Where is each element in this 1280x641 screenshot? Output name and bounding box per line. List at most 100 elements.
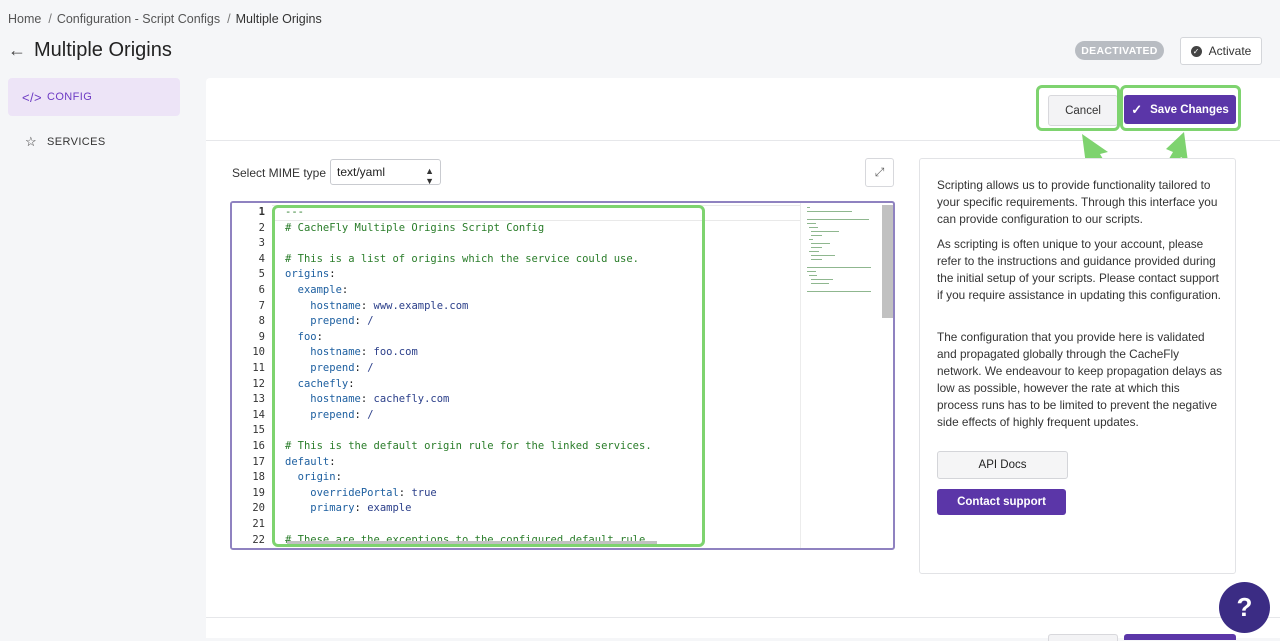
divider bbox=[206, 140, 1280, 141]
save-label: Save Changes bbox=[1150, 103, 1229, 116]
minimap-line bbox=[811, 243, 830, 244]
line-number: 12 bbox=[252, 377, 265, 390]
line-number: 16 bbox=[252, 440, 265, 452]
code-editor[interactable]: 1 2 3 4 5 6 7 8 9 10 11 12 13 14 15 16 17 18 19 20 21 22 --- #… bbox=[230, 201, 895, 550]
code-line: hostname: cachefly.com bbox=[285, 393, 450, 406]
expand-editor-button[interactable]: ⤢ bbox=[865, 158, 894, 187]
mime-type-value: text/yaml bbox=[337, 165, 386, 179]
minimap-line bbox=[811, 259, 822, 260]
info-paragraph: The configuration that you provide here … bbox=[937, 330, 1223, 429]
minimap-line bbox=[807, 211, 853, 212]
sidebar-item-label: CONFIG bbox=[47, 91, 93, 103]
minimap-line bbox=[807, 219, 869, 220]
expand-icon: ⤢ bbox=[874, 165, 885, 179]
breadcrumb-current: Multiple Origins bbox=[235, 12, 322, 26]
line-number-gutter: 1 2 3 4 5 6 7 8 9 10 11 12 13 14 15 16 17 18 19 20 21 22 bbox=[232, 203, 272, 548]
line-number: 3 bbox=[258, 237, 265, 250]
api-docs-button[interactable]: API Docs bbox=[937, 451, 1068, 479]
sidebar-item-label: SERVICES bbox=[47, 136, 106, 148]
check-circle-icon: ✓ bbox=[1190, 45, 1202, 57]
sidebar-item-services[interactable]: ☆ SERVICES bbox=[8, 123, 180, 161]
select-caret-icon: ▲ ▼ bbox=[425, 166, 434, 186]
code-line: origin: bbox=[285, 471, 342, 484]
breadcrumb-separator: / bbox=[48, 12, 52, 26]
breadcrumb-separator: / bbox=[227, 12, 231, 26]
line-number: 21 bbox=[252, 518, 265, 530]
mime-type-select[interactable]: text/yaml ▲ ▼ bbox=[330, 159, 441, 186]
line-number: 15 bbox=[252, 424, 265, 437]
line-number: 9 bbox=[258, 330, 265, 343]
activate-button[interactable]: ✓ Activate bbox=[1180, 37, 1262, 65]
save-button[interactable]: ✓ Save Changes bbox=[1124, 95, 1236, 124]
code-line: primary: example bbox=[285, 502, 412, 515]
minimap-line bbox=[807, 207, 811, 208]
minimap-line bbox=[811, 283, 829, 284]
page-title: Multiple Origins bbox=[34, 39, 172, 61]
line-number: 14 bbox=[252, 408, 265, 421]
line-number: 4 bbox=[258, 252, 265, 265]
back-arrow-icon[interactable]: ← bbox=[8, 40, 26, 61]
breadcrumb-home[interactable]: Home bbox=[8, 12, 41, 26]
code-line: foo: bbox=[285, 330, 323, 343]
minimap-line bbox=[809, 251, 819, 252]
line-number: 13 bbox=[252, 393, 265, 406]
minimap-line bbox=[811, 279, 833, 280]
code-line: # This is the default origin rule for th… bbox=[285, 440, 652, 452]
line-number: 20 bbox=[252, 502, 265, 515]
code-line: prepend: / bbox=[285, 408, 374, 421]
minimap-line bbox=[811, 255, 836, 256]
minimap-line bbox=[809, 239, 814, 240]
code-line: prepend: / bbox=[285, 362, 374, 374]
breadcrumb: Home / Configuration - Script Configs / Mult… bbox=[8, 12, 324, 26]
horizontal-scrollbar[interactable] bbox=[287, 541, 657, 546]
minimap-line bbox=[809, 227, 818, 228]
editor-minimap[interactable] bbox=[800, 203, 881, 548]
minimap-line bbox=[807, 291, 871, 292]
line-number: 7 bbox=[258, 299, 265, 312]
check-icon: ✓ bbox=[1131, 101, 1143, 117]
code-line: overridePortal: true bbox=[285, 486, 437, 499]
code-line: default: bbox=[285, 455, 336, 468]
minimap-line bbox=[811, 235, 822, 236]
sidebar-item-config[interactable]: </> CONFIG bbox=[8, 78, 180, 116]
code-line: origins: bbox=[285, 268, 336, 281]
minimap-line bbox=[807, 267, 871, 268]
line-number: 5 bbox=[258, 268, 265, 281]
line-number: 17 bbox=[252, 455, 265, 468]
line-number: 10 bbox=[252, 346, 265, 359]
code-line: prepend: / bbox=[285, 315, 374, 328]
status-badge: DEACTIVATED bbox=[1075, 41, 1164, 60]
help-button[interactable]: ? bbox=[1219, 582, 1270, 633]
page-header: ← Multiple Origins bbox=[8, 39, 172, 62]
code-line: example: bbox=[285, 284, 349, 296]
line-number: 18 bbox=[252, 471, 265, 484]
line-number: 2 bbox=[258, 221, 265, 234]
contact-support-button[interactable]: Contact support bbox=[937, 489, 1066, 515]
minimap-line bbox=[811, 247, 822, 248]
mime-type-label: Select MIME type bbox=[232, 166, 327, 180]
code-line: cachefly: bbox=[285, 377, 355, 390]
code-line: hostname: www.example.com bbox=[285, 299, 469, 312]
breadcrumb-script-configs[interactable]: Configuration - Script Configs bbox=[57, 12, 220, 26]
minimap-line bbox=[811, 231, 839, 232]
info-paragraph: As scripting is often unique to your acc… bbox=[937, 237, 1221, 302]
code-line: --- bbox=[285, 206, 304, 218]
code-line: # This is a list of origins which the se… bbox=[285, 252, 640, 265]
activate-label: Activate bbox=[1208, 44, 1252, 58]
cancel-button[interactable]: Cancel bbox=[1048, 95, 1118, 126]
vertical-scrollbar[interactable] bbox=[882, 205, 893, 318]
star-icon: ☆ bbox=[24, 134, 38, 149]
code-line: hostname: foo.com bbox=[285, 346, 418, 359]
code-line: # CacheFly Multiple Origins Script Confi… bbox=[285, 221, 545, 234]
code-icon: </> bbox=[22, 89, 42, 105]
minimap-line bbox=[807, 271, 816, 272]
minimap-line bbox=[807, 223, 816, 224]
line-number: 1 bbox=[258, 206, 265, 218]
help-icon: ? bbox=[1236, 592, 1253, 622]
line-number: 8 bbox=[258, 315, 265, 328]
line-number: 11 bbox=[252, 362, 265, 374]
save-button-bottom[interactable] bbox=[1124, 634, 1236, 640]
current-line-highlight bbox=[272, 205, 800, 221]
line-number: 6 bbox=[258, 284, 265, 296]
line-number: 19 bbox=[252, 486, 265, 499]
